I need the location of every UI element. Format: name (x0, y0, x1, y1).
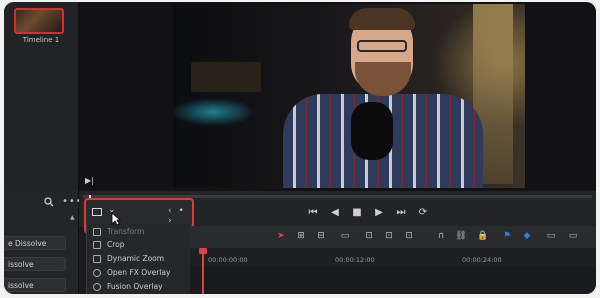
flag-icon[interactable]: ⚑ (500, 231, 514, 241)
viewer-marker-icon[interactable]: ▶| (85, 176, 94, 186)
timeline-toolbar: ➤ ⊞ ⊟ ▭ ⊡ ⊡ ⊡ ∩ ⛓ 🔒 ⚑ ◆ ▭ ▭ (190, 226, 596, 249)
person-beard (355, 62, 411, 96)
transform-overlay-icon[interactable] (92, 208, 102, 216)
menu-item-openfx-overlay[interactable]: Open FX Overlay (93, 266, 170, 279)
zoom-detail-icon[interactable]: ▭ (566, 231, 580, 241)
timecode-label: 00:00:00:00 (208, 256, 248, 264)
snapping-icon[interactable]: ∩ (434, 231, 448, 241)
timecode-label: 00:00:12:00 (335, 256, 375, 264)
timeline-tracks[interactable] (190, 266, 596, 294)
overlay-nav-icon[interactable]: ‹ • › (168, 206, 192, 226)
microphone (351, 102, 393, 160)
playhead[interactable] (202, 250, 204, 294)
viewer: ▶| (79, 2, 596, 190)
overwrite-clip-icon[interactable]: ⊡ (382, 231, 396, 241)
overlay-dropdown-menu: Transform Crop Dynamic Zoom Open FX Over… (86, 224, 192, 294)
resolve-window: Timeline 1 ••• ▲ e Dissolve issolve isso… (4, 2, 596, 294)
menu-item-dynamic-zoom[interactable]: Dynamic Zoom (93, 252, 164, 265)
replace-clip-icon[interactable]: ⊡ (402, 231, 416, 241)
fusion-overlay-icon (93, 282, 101, 291)
timeline-thumbnail[interactable] (14, 8, 64, 34)
insert-clip-icon[interactable]: ⊡ (362, 231, 376, 241)
menu-item-label: Fusion Overlay (107, 282, 163, 291)
menu-item-label: Transform (107, 227, 145, 236)
dynamic-trim-icon[interactable]: ⊟ (314, 231, 328, 241)
transitions-panel: ••• ▲ e Dissolve issolve issolve (4, 190, 82, 294)
timecode-label: 00:00:24:00 (462, 256, 502, 264)
timeline-thumbnail-label: Timeline 1 (22, 36, 60, 44)
person-glasses (357, 40, 407, 52)
transition-item[interactable]: e Dissolve (4, 236, 66, 250)
timeline-ruler[interactable]: 00:00:00:00 00:00:12:00 00:00:24:00 (190, 248, 596, 267)
menu-item-transform[interactable]: Transform (93, 225, 144, 238)
menu-item-crop[interactable]: Crop (93, 238, 125, 251)
linked-selection-icon[interactable]: ⛓ (454, 231, 468, 241)
video-frame (173, 4, 525, 188)
crop-icon (93, 240, 101, 249)
menu-item-label: Crop (107, 240, 125, 249)
mouse-cursor-icon (111, 212, 121, 226)
skip-to-end-icon[interactable]: ⏭ (394, 207, 408, 218)
trim-tool-icon[interactable]: ⊞ (294, 231, 308, 241)
step-back-icon[interactable]: ◀ (328, 207, 342, 218)
transport-controls: ⏮ ◀ ■ ▶ ⏭ ⟳ (306, 207, 430, 218)
menu-item-fusion-overlay[interactable]: Fusion Overlay (93, 280, 163, 293)
openfx-overlay-icon (93, 268, 101, 277)
background-shelf (191, 62, 261, 92)
search-icon[interactable] (44, 197, 54, 207)
transform-icon (93, 227, 101, 236)
skip-to-start-icon[interactable]: ⏮ (306, 207, 320, 218)
transition-item[interactable]: issolve (4, 257, 66, 271)
media-pool: Timeline 1 (4, 2, 79, 190)
menu-item-label: Open FX Overlay (107, 268, 171, 277)
marker-icon[interactable]: ◆ (520, 231, 534, 241)
loop-icon[interactable]: ⟳ (416, 207, 430, 218)
scroll-up-icon[interactable]: ▲ (70, 214, 75, 221)
transition-item[interactable]: issolve (4, 278, 66, 292)
person-hair (349, 8, 415, 30)
zoom-full-icon[interactable]: ▭ (544, 231, 558, 241)
dynamic-zoom-icon (93, 254, 101, 263)
transitions-search-row: ••• (4, 196, 82, 208)
selection-arrow-icon[interactable]: ➤ (274, 231, 288, 241)
blade-tool-icon[interactable]: ▭ (338, 231, 352, 241)
position-lock-icon[interactable]: 🔒 (476, 231, 490, 241)
menu-item-label: Dynamic Zoom (107, 254, 165, 263)
play-icon[interactable]: ▶ (372, 207, 386, 218)
stop-icon[interactable]: ■ (350, 207, 364, 218)
